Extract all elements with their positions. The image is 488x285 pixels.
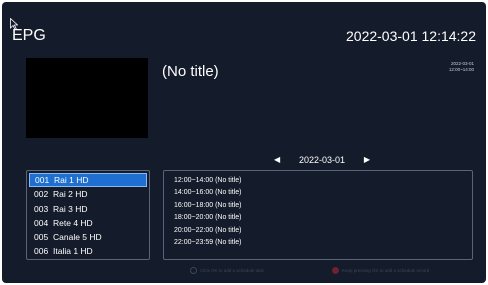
channel-number: 001 <box>35 175 50 185</box>
date-navigator: ◀ 2022-03-01 ▶ <box>274 153 370 167</box>
channel-item[interactable]: 001 Rai 1 HD <box>29 173 147 187</box>
hint-bar: Click OK to add a schedule task Keep pre… <box>2 264 486 278</box>
program-title: (No title) <box>162 63 219 80</box>
channel-name: Rai 2 HD <box>53 189 88 200</box>
epg-screen: EPG 2022-03-01 12:14:22 (No title) 2022-… <box>2 2 486 283</box>
program-time: 12:00~14:00 <box>448 67 474 72</box>
channel-item[interactable]: 002 Rai 2 HD <box>29 187 147 201</box>
triangle-left-icon[interactable]: ◀ <box>274 153 280 167</box>
channel-number: 005 <box>34 232 49 243</box>
ok-hint: Click OK to add a schedule task <box>190 267 264 274</box>
channel-item[interactable]: 003 Rai 3 HD <box>29 202 147 216</box>
clock: 2022-03-01 12:14:22 <box>346 28 476 44</box>
program-item[interactable]: 14:00~16:00 (No title) <box>174 187 462 199</box>
channel-item[interactable]: 004 Rete 4 HD <box>29 216 147 230</box>
program-item[interactable]: 20:00~22:00 (No title) <box>174 225 462 237</box>
channel-item[interactable]: 006 Italia 1 HD <box>29 244 147 258</box>
program-item[interactable]: 16:00~18:00 (No title) <box>174 200 462 212</box>
channel-number: 003 <box>34 203 49 214</box>
program-item[interactable]: 12:00~14:00 (No title) <box>174 175 462 187</box>
channel-number: 002 <box>34 189 49 200</box>
ok-button-icon <box>190 267 197 274</box>
ok-hint-text: Click OK to add a schedule task <box>200 268 264 273</box>
program-item[interactable]: 22:00~23:59 (No title) <box>174 237 462 249</box>
red-hint-text: Keep pressing OK to add a schedule recor… <box>342 268 430 273</box>
selected-date: 2022-03-01 <box>298 155 346 165</box>
channel-list: 001 Rai 1 HD 002 Rai 2 HD 003 Rai 3 HD 0… <box>26 170 150 260</box>
triangle-right-icon[interactable]: ▶ <box>364 153 370 167</box>
channel-name: Canale 5 HD <box>53 232 102 243</box>
channel-name: Rete 4 HD <box>53 217 93 228</box>
channel-name: Rai 3 HD <box>53 203 88 214</box>
channel-number: 004 <box>34 217 49 228</box>
program-item[interactable]: 18:00~20:00 (No title) <box>174 212 462 224</box>
channel-name: Rai 1 HD <box>54 175 89 185</box>
channel-number: 006 <box>34 246 49 257</box>
channel-item[interactable]: 005 Canale 5 HD <box>29 230 147 244</box>
red-hint: Keep pressing OK to add a schedule recor… <box>332 267 429 274</box>
video-preview <box>26 58 148 138</box>
program-meta: 2022-03-01 12:00~14:00 <box>449 61 474 73</box>
red-button-icon <box>332 267 339 274</box>
program-list: 12:00~14:00 (No title) 14:00~16:00 (No t… <box>163 170 473 260</box>
channel-name: Italia 1 HD <box>53 246 93 257</box>
app-title: EPG <box>12 27 46 44</box>
